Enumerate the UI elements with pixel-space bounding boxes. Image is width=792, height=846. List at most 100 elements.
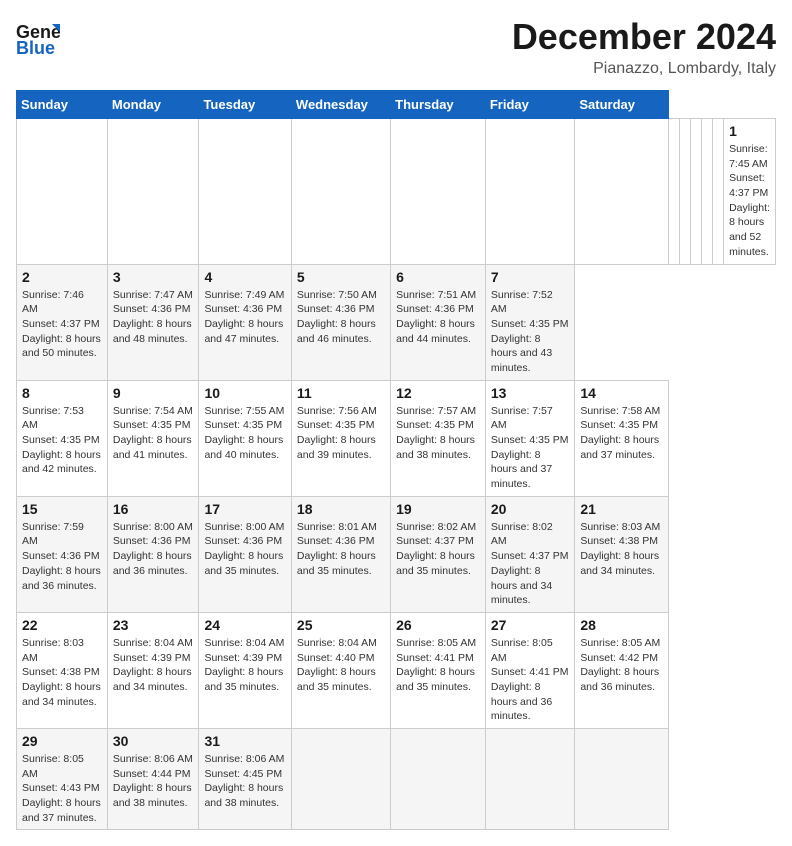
day-number: 12	[396, 385, 480, 401]
day-number: 2	[22, 269, 102, 285]
day-info: Sunrise: 8:05 AMSunset: 4:41 PMDaylight:…	[396, 636, 480, 695]
day-info: Sunrise: 7:54 AMSunset: 4:35 PMDaylight:…	[113, 404, 194, 463]
calendar-day-cell: 11 Sunrise: 7:56 AMSunset: 4:35 PMDayligh…	[291, 380, 390, 496]
day-number: 21	[580, 501, 663, 517]
day-number: 5	[297, 269, 385, 285]
day-number: 19	[396, 501, 480, 517]
day-number: 7	[491, 269, 569, 285]
calendar-day-cell: 16Sunrise: 8:00 AMSunset: 4:36 PMDayligh…	[107, 496, 199, 612]
day-number: 26	[396, 617, 480, 633]
calendar-day-cell: 14 Sunrise: 7:58 AMSunset: 4:35 PMDayligh…	[575, 380, 669, 496]
calendar-week-row: 1 Sunrise: 7:45 AMSunset: 4:37 PMDaylight…	[17, 119, 776, 265]
calendar-day-cell	[107, 119, 199, 265]
day-info: Sunrise: 8:05 AMSunset: 4:43 PMDaylight:…	[22, 752, 102, 825]
day-number: 22	[22, 617, 102, 633]
calendar-day-cell	[669, 119, 680, 265]
page-header: General Blue December 2024 Pianazzo, Lom…	[16, 16, 776, 78]
day-number: 4	[204, 269, 285, 285]
day-info: Sunrise: 8:05 AMSunset: 4:41 PMDaylight:…	[491, 636, 569, 724]
calendar-day-header: Wednesday	[291, 91, 390, 119]
day-info: Sunrise: 7:49 AMSunset: 4:36 PMDaylight:…	[204, 288, 285, 347]
calendar-day-cell	[575, 119, 669, 265]
calendar-day-cell: 22 Sunrise: 8:03 AMSunset: 4:38 PMDayligh…	[17, 612, 108, 728]
title-area: December 2024 Pianazzo, Lombardy, Italy	[512, 16, 776, 78]
location: Pianazzo, Lombardy, Italy	[512, 60, 776, 78]
day-number: 8	[22, 385, 102, 401]
calendar-day-cell: 1 Sunrise: 7:45 AMSunset: 4:37 PMDaylight…	[724, 119, 776, 265]
day-info: Sunrise: 8:02 AMSunset: 4:37 PMDaylight:…	[491, 520, 569, 608]
calendar-day-cell: 30Sunrise: 8:06 AMSunset: 4:44 PMDayligh…	[107, 729, 199, 830]
calendar-day-cell: 19 Sunrise: 8:02 AMSunset: 4:37 PMDayligh…	[391, 496, 486, 612]
day-number: 25	[297, 617, 385, 633]
day-number: 23	[113, 617, 194, 633]
calendar-day-cell: 5Sunrise: 7:50 AMSunset: 4:36 PMDaylight…	[291, 264, 390, 380]
calendar-day-cell	[485, 729, 574, 830]
calendar-day-cell	[575, 729, 669, 830]
calendar-day-cell: 12 Sunrise: 7:57 AMSunset: 4:35 PMDayligh…	[391, 380, 486, 496]
calendar-day-header: Friday	[485, 91, 574, 119]
calendar-day-cell: 28 Sunrise: 8:05 AMSunset: 4:42 PMDayligh…	[575, 612, 669, 728]
calendar-day-cell	[391, 119, 486, 265]
calendar-day-cell	[291, 729, 390, 830]
day-number: 6	[396, 269, 480, 285]
day-number: 14	[580, 385, 663, 401]
calendar-day-cell: 3Sunrise: 7:47 AMSunset: 4:36 PMDaylight…	[107, 264, 199, 380]
day-number: 24	[204, 617, 285, 633]
day-number: 9	[113, 385, 194, 401]
calendar-day-cell: 4 Sunrise: 7:49 AMSunset: 4:36 PMDaylight…	[199, 264, 291, 380]
day-number: 11	[297, 385, 385, 401]
calendar-day-cell	[691, 119, 702, 265]
calendar-day-cell: 8 Sunrise: 7:53 AMSunset: 4:35 PMDaylight…	[17, 380, 108, 496]
day-info: Sunrise: 7:57 AMSunset: 4:35 PMDaylight:…	[491, 404, 569, 492]
day-info: Sunrise: 8:03 AMSunset: 4:38 PMDaylight:…	[22, 636, 102, 709]
day-number: 28	[580, 617, 663, 633]
calendar-day-cell	[702, 119, 713, 265]
logo-icon: General Blue	[16, 16, 60, 60]
day-info: Sunrise: 7:51 AMSunset: 4:36 PMDaylight:…	[396, 288, 480, 347]
calendar-day-header: Tuesday	[199, 91, 291, 119]
day-info: Sunrise: 8:04 AMSunset: 4:39 PMDaylight:…	[204, 636, 285, 695]
calendar-day-cell: 10Sunrise: 7:55 AMSunset: 4:35 PMDayligh…	[199, 380, 291, 496]
calendar-day-cell: 26 Sunrise: 8:05 AMSunset: 4:41 PMDayligh…	[391, 612, 486, 728]
calendar-body: 1 Sunrise: 7:45 AMSunset: 4:37 PMDaylight…	[17, 119, 776, 830]
calendar-day-cell: 27 Sunrise: 8:05 AMSunset: 4:41 PMDayligh…	[485, 612, 574, 728]
calendar-header-row: SundayMondayTuesdayWednesdayThursdayFrid…	[17, 91, 776, 119]
calendar-day-cell: 2Sunrise: 7:46 AMSunset: 4:37 PMDaylight…	[17, 264, 108, 380]
day-number: 31	[204, 733, 285, 749]
day-info: Sunrise: 7:58 AMSunset: 4:35 PMDaylight:…	[580, 404, 663, 463]
day-info: Sunrise: 8:05 AMSunset: 4:42 PMDaylight:…	[580, 636, 663, 695]
day-info: Sunrise: 7:53 AMSunset: 4:35 PMDaylight:…	[22, 404, 102, 477]
day-info: Sunrise: 8:04 AMSunset: 4:40 PMDaylight:…	[297, 636, 385, 695]
day-number: 18	[297, 501, 385, 517]
calendar-day-cell	[713, 119, 724, 265]
day-info: Sunrise: 7:52 AMSunset: 4:35 PMDaylight:…	[491, 288, 569, 376]
day-info: Sunrise: 8:03 AMSunset: 4:38 PMDaylight:…	[580, 520, 663, 579]
calendar-day-header: Sunday	[17, 91, 108, 119]
calendar-day-cell	[391, 729, 486, 830]
day-info: Sunrise: 8:02 AMSunset: 4:37 PMDaylight:…	[396, 520, 480, 579]
day-number: 1	[729, 123, 770, 139]
calendar-day-header: Monday	[107, 91, 199, 119]
svg-text:Blue: Blue	[16, 38, 55, 58]
day-info: Sunrise: 7:57 AMSunset: 4:35 PMDaylight:…	[396, 404, 480, 463]
calendar-week-row: 22 Sunrise: 8:03 AMSunset: 4:38 PMDayligh…	[17, 612, 776, 728]
calendar-day-cell: 25 Sunrise: 8:04 AMSunset: 4:40 PMDayligh…	[291, 612, 390, 728]
day-number: 3	[113, 269, 194, 285]
day-number: 15	[22, 501, 102, 517]
day-info: Sunrise: 7:45 AMSunset: 4:37 PMDaylight:…	[729, 142, 770, 260]
calendar-day-header: Saturday	[575, 91, 669, 119]
calendar-day-cell: 31 Sunrise: 8:06 AMSunset: 4:45 PMDayligh…	[199, 729, 291, 830]
day-info: Sunrise: 8:06 AMSunset: 4:45 PMDaylight:…	[204, 752, 285, 811]
day-info: Sunrise: 7:56 AMSunset: 4:35 PMDaylight:…	[297, 404, 385, 463]
calendar-day-cell: 18 Sunrise: 8:01 AMSunset: 4:36 PMDayligh…	[291, 496, 390, 612]
day-info: Sunrise: 8:01 AMSunset: 4:36 PMDaylight:…	[297, 520, 385, 579]
calendar-day-cell: 21 Sunrise: 8:03 AMSunset: 4:38 PMDayligh…	[575, 496, 669, 612]
calendar-day-cell	[17, 119, 108, 265]
day-info: Sunrise: 8:04 AMSunset: 4:39 PMDaylight:…	[113, 636, 194, 695]
calendar-day-cell	[680, 119, 691, 265]
calendar-day-cell	[291, 119, 390, 265]
calendar-week-row: 15Sunrise: 7:59 AMSunset: 4:36 PMDayligh…	[17, 496, 776, 612]
calendar-day-cell: 23 Sunrise: 8:04 AMSunset: 4:39 PMDayligh…	[107, 612, 199, 728]
day-number: 30	[113, 733, 194, 749]
day-number: 27	[491, 617, 569, 633]
